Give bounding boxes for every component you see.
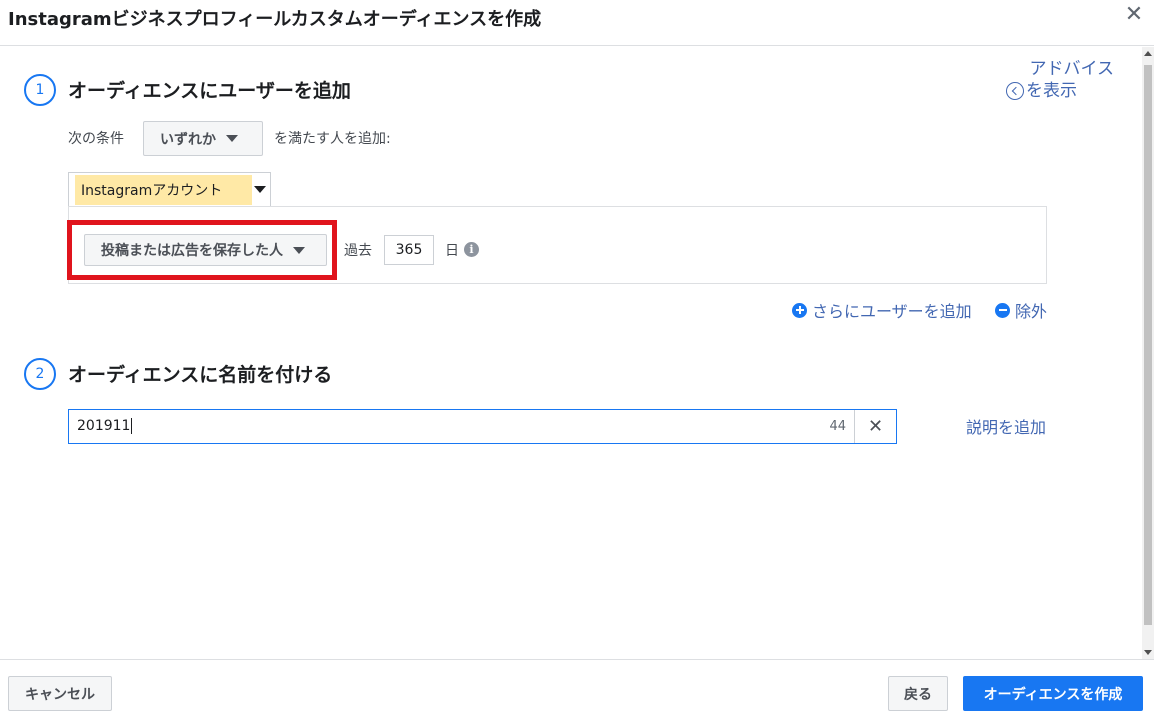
step-2-title: オーディエンスに名前を付ける xyxy=(68,364,333,386)
scroll-down-arrow-icon[interactable] xyxy=(1144,650,1152,655)
caret-down-icon xyxy=(254,186,267,193)
dialog-header: Instagramビジネスプロフィールカスタムオーディエンスを作成 ✕ xyxy=(0,0,1154,46)
condition-prefix-label: 次の条件 xyxy=(68,131,124,147)
highlight-annotation-frame xyxy=(67,220,337,280)
plus-circle-icon xyxy=(792,302,807,318)
exclude-label: 除外 xyxy=(1015,302,1048,321)
source-dropdown[interactable]: Instagramアカウント xyxy=(68,172,271,206)
add-more-users-label: さらにユーザーを追加 xyxy=(812,302,972,321)
condition-match-dropdown[interactable]: いずれか xyxy=(143,121,263,156)
condition-match-value: いずれか xyxy=(160,131,216,148)
exclude-link[interactable]: 除外 xyxy=(995,298,1047,322)
advice-label-row: を表示 xyxy=(1006,80,1118,102)
vertical-scrollbar[interactable] xyxy=(1142,47,1154,659)
back-button[interactable]: 戻る xyxy=(888,676,948,711)
source-value: Instagramアカウント xyxy=(75,174,253,205)
step-1-title: オーディエンスにユーザーを追加 xyxy=(68,80,351,102)
clear-name-button[interactable]: ✕ xyxy=(854,410,896,443)
create-audience-button[interactable]: オーディエンスを作成 xyxy=(963,676,1143,711)
info-icon[interactable]: i xyxy=(464,242,479,257)
cancel-button[interactable]: キャンセル xyxy=(8,676,112,711)
retention-days-input[interactable]: 365 xyxy=(384,235,434,265)
chevron-left-circle-icon xyxy=(1006,82,1024,100)
advice-label-line2: を表示 xyxy=(1026,81,1077,101)
step-2-badge: 2 xyxy=(24,358,56,390)
condition-suffix-label: を満たす人を追加: xyxy=(274,131,391,147)
add-more-users-link[interactable]: さらにユーザーを追加 xyxy=(792,298,972,322)
dialog-title: Instagramビジネスプロフィールカスタムオーディエンスを作成 xyxy=(8,9,542,30)
days-unit-label: 日 xyxy=(445,243,459,259)
add-description-link[interactable]: 説明を追加 xyxy=(966,414,1046,438)
scroll-up-arrow-icon[interactable] xyxy=(1144,51,1152,56)
text-cursor xyxy=(131,418,133,434)
step-1-badge: 1 xyxy=(24,74,56,106)
caret-down-icon xyxy=(226,135,238,142)
audience-name-input[interactable]: 201911 44 ✕ xyxy=(68,409,897,444)
show-advice-link[interactable]: アドバイス を表示 xyxy=(1006,58,1118,102)
advice-label-line1: アドバイス xyxy=(1029,59,1115,79)
scrollbar-thumb[interactable] xyxy=(1144,65,1152,625)
audience-name-value-wrap: 201911 xyxy=(77,418,133,434)
past-label: 過去 xyxy=(344,243,372,259)
close-icon[interactable]: ✕ xyxy=(1122,2,1146,27)
character-count: 44 xyxy=(829,419,846,434)
audience-name-value: 201911 xyxy=(77,418,131,434)
minus-circle-icon xyxy=(995,302,1010,318)
dialog-footer: キャンセル 戻る オーディエンスを作成 xyxy=(0,659,1154,719)
